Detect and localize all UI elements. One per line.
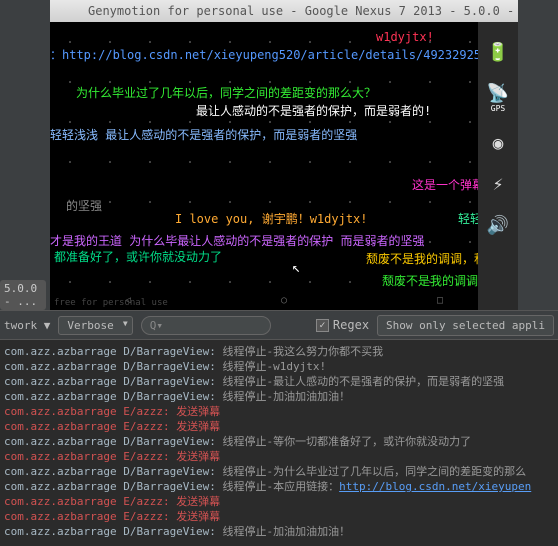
logcat-panel[interactable]: com.azz.azbarrage D/BarrageView: 线程停止-我这… [0, 340, 558, 546]
regex-checkbox[interactable]: ✓ Regex [316, 318, 369, 332]
regex-label: Regex [333, 318, 369, 332]
danmaku-text: 才是我的王道 为什么毕最让人感动的不是强者的保护 而是弱者的坚强 [50, 232, 424, 249]
watermark: free for personal use [54, 298, 168, 308]
gps-label: GPS [487, 104, 509, 113]
device-screen[interactable]: 颓废不是我的调调,颓废不是我的调调，积极都准备好了，或许你就没动力了才是我的王道… [50, 22, 518, 310]
danmaku-text: I love you, 谢宇鹏！w1dyjtx! [175, 210, 368, 227]
checkbox-icon: ✓ [316, 319, 329, 332]
danmaku-text: 的坚强 [66, 197, 102, 214]
log-line: com.azz.azbarrage D/BarrageView: 线程停止-等你… [4, 434, 554, 449]
log-line: com.azz.azbarrage D/BarrageView: 线程停止-w1… [4, 359, 554, 374]
webcam-icon[interactable]: ◉ [493, 133, 504, 154]
log-line: com.azz.azbarrage D/BarrageView: 线程停止-为什… [4, 464, 554, 479]
search-input[interactable]: Q▾ [141, 316, 271, 335]
log-level-dropdown[interactable]: Verbose [58, 316, 132, 335]
filter-dropdown[interactable]: Show only selected appli [377, 315, 554, 336]
danmaku-text: 颓废不是我的调调, [382, 272, 485, 289]
log-line: com.azz.azbarrage E/azzz: 发送弹幕 [4, 494, 554, 509]
gps-button[interactable]: 📡 GPS [487, 83, 509, 113]
sound-icon[interactable]: 🔊 [487, 215, 509, 236]
log-link[interactable]: http://blog.csdn.net/xieyupen [339, 480, 531, 493]
battery-icon[interactable]: 🔋 [487, 42, 509, 63]
gps-icon: 📡 [487, 83, 509, 104]
window-title: Genymotion for personal use - Google Nex… [88, 4, 518, 18]
emulator-window: Genymotion for personal use - Google Nex… [50, 0, 518, 310]
version-tab[interactable]: 5.0.0 - ... [0, 280, 46, 310]
danmaku-text: 都准备好了，或许你就没动力了 [54, 248, 222, 265]
home-button[interactable]: ○ [281, 295, 287, 306]
danmaku-text: 为什么毕业过了几年以后，同学之间的差距变的那么大？ [76, 84, 376, 101]
log-line: com.azz.azbarrage E/azzz: 发送弹幕 [4, 449, 554, 464]
recent-button[interactable]: □ [437, 295, 443, 306]
logcat-toolbar: twork ▼ Verbose Q▾ ✓ Regex Show only sel… [0, 310, 558, 340]
ide-left-strip: 5.0.0 - ... [0, 0, 50, 310]
log-line: com.azz.azbarrage E/azzz: 发送弹幕 [4, 419, 554, 434]
danmaku-text: 最让人感动的不是强者的保护，而是弱者的! [196, 102, 431, 119]
network-tab[interactable]: twork ▼ [4, 319, 50, 332]
danmaku-text: 轻轻浅浅 最让人感动的不是强者的保护，而是弱者的坚强 [50, 126, 357, 143]
flash-icon[interactable]: ⚡ [493, 174, 504, 195]
emulator-sidebar: 🔋 📡 GPS ◉ ⚡ 🔊 [478, 22, 518, 310]
log-line: com.azz.azbarrage E/azzz: 发送弹幕 [4, 509, 554, 524]
log-line: com.azz.azbarrage E/azzz: 发送弹幕 [4, 404, 554, 419]
danmaku-text: w1dyjtx! [376, 30, 434, 44]
log-line: com.azz.azbarrage D/BarrageView: 线程停止-我这… [4, 344, 554, 359]
log-line: com.azz.azbarrage D/BarrageView: 线程停止-最让… [4, 374, 554, 389]
log-line: com.azz.azbarrage D/BarrageView: 线程停止-加油… [4, 389, 554, 404]
titlebar[interactable]: Genymotion for personal use - Google Nex… [50, 0, 518, 22]
log-line: com.azz.azbarrage D/BarrageView: 线程停止-加油… [4, 524, 554, 539]
danmaku-text: ：http://blog.csdn.net/xieyupeng520/artic… [50, 46, 481, 63]
log-line: com.azz.azbarrage D/BarrageView: 线程停止-本应… [4, 479, 554, 494]
